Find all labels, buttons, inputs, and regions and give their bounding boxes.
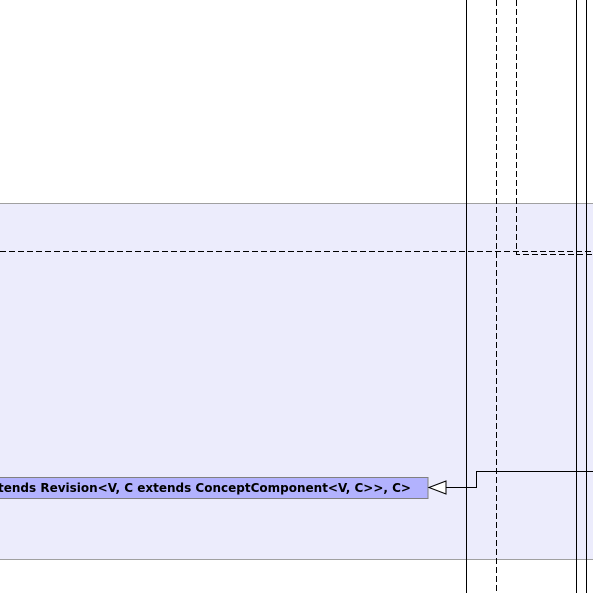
class-name-label: tends Revision<V, C extends ConceptCompo… xyxy=(0,481,411,495)
uml-diagram-canvas: tends Revision<V, C extends ConceptCompo… xyxy=(0,0,593,593)
package-region xyxy=(0,203,593,560)
